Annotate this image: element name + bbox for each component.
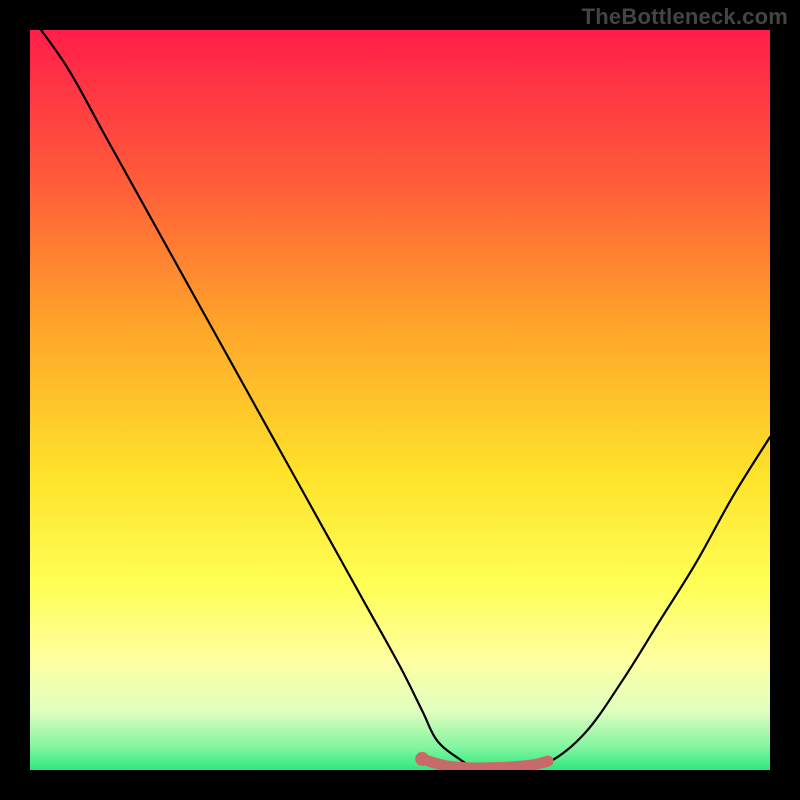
gradient-background xyxy=(30,30,770,770)
plot-area xyxy=(30,30,770,770)
chart-frame: TheBottleneck.com xyxy=(0,0,800,800)
optimal-point-marker xyxy=(415,752,429,766)
plot-svg xyxy=(30,30,770,770)
watermark-text: TheBottleneck.com xyxy=(582,4,788,30)
